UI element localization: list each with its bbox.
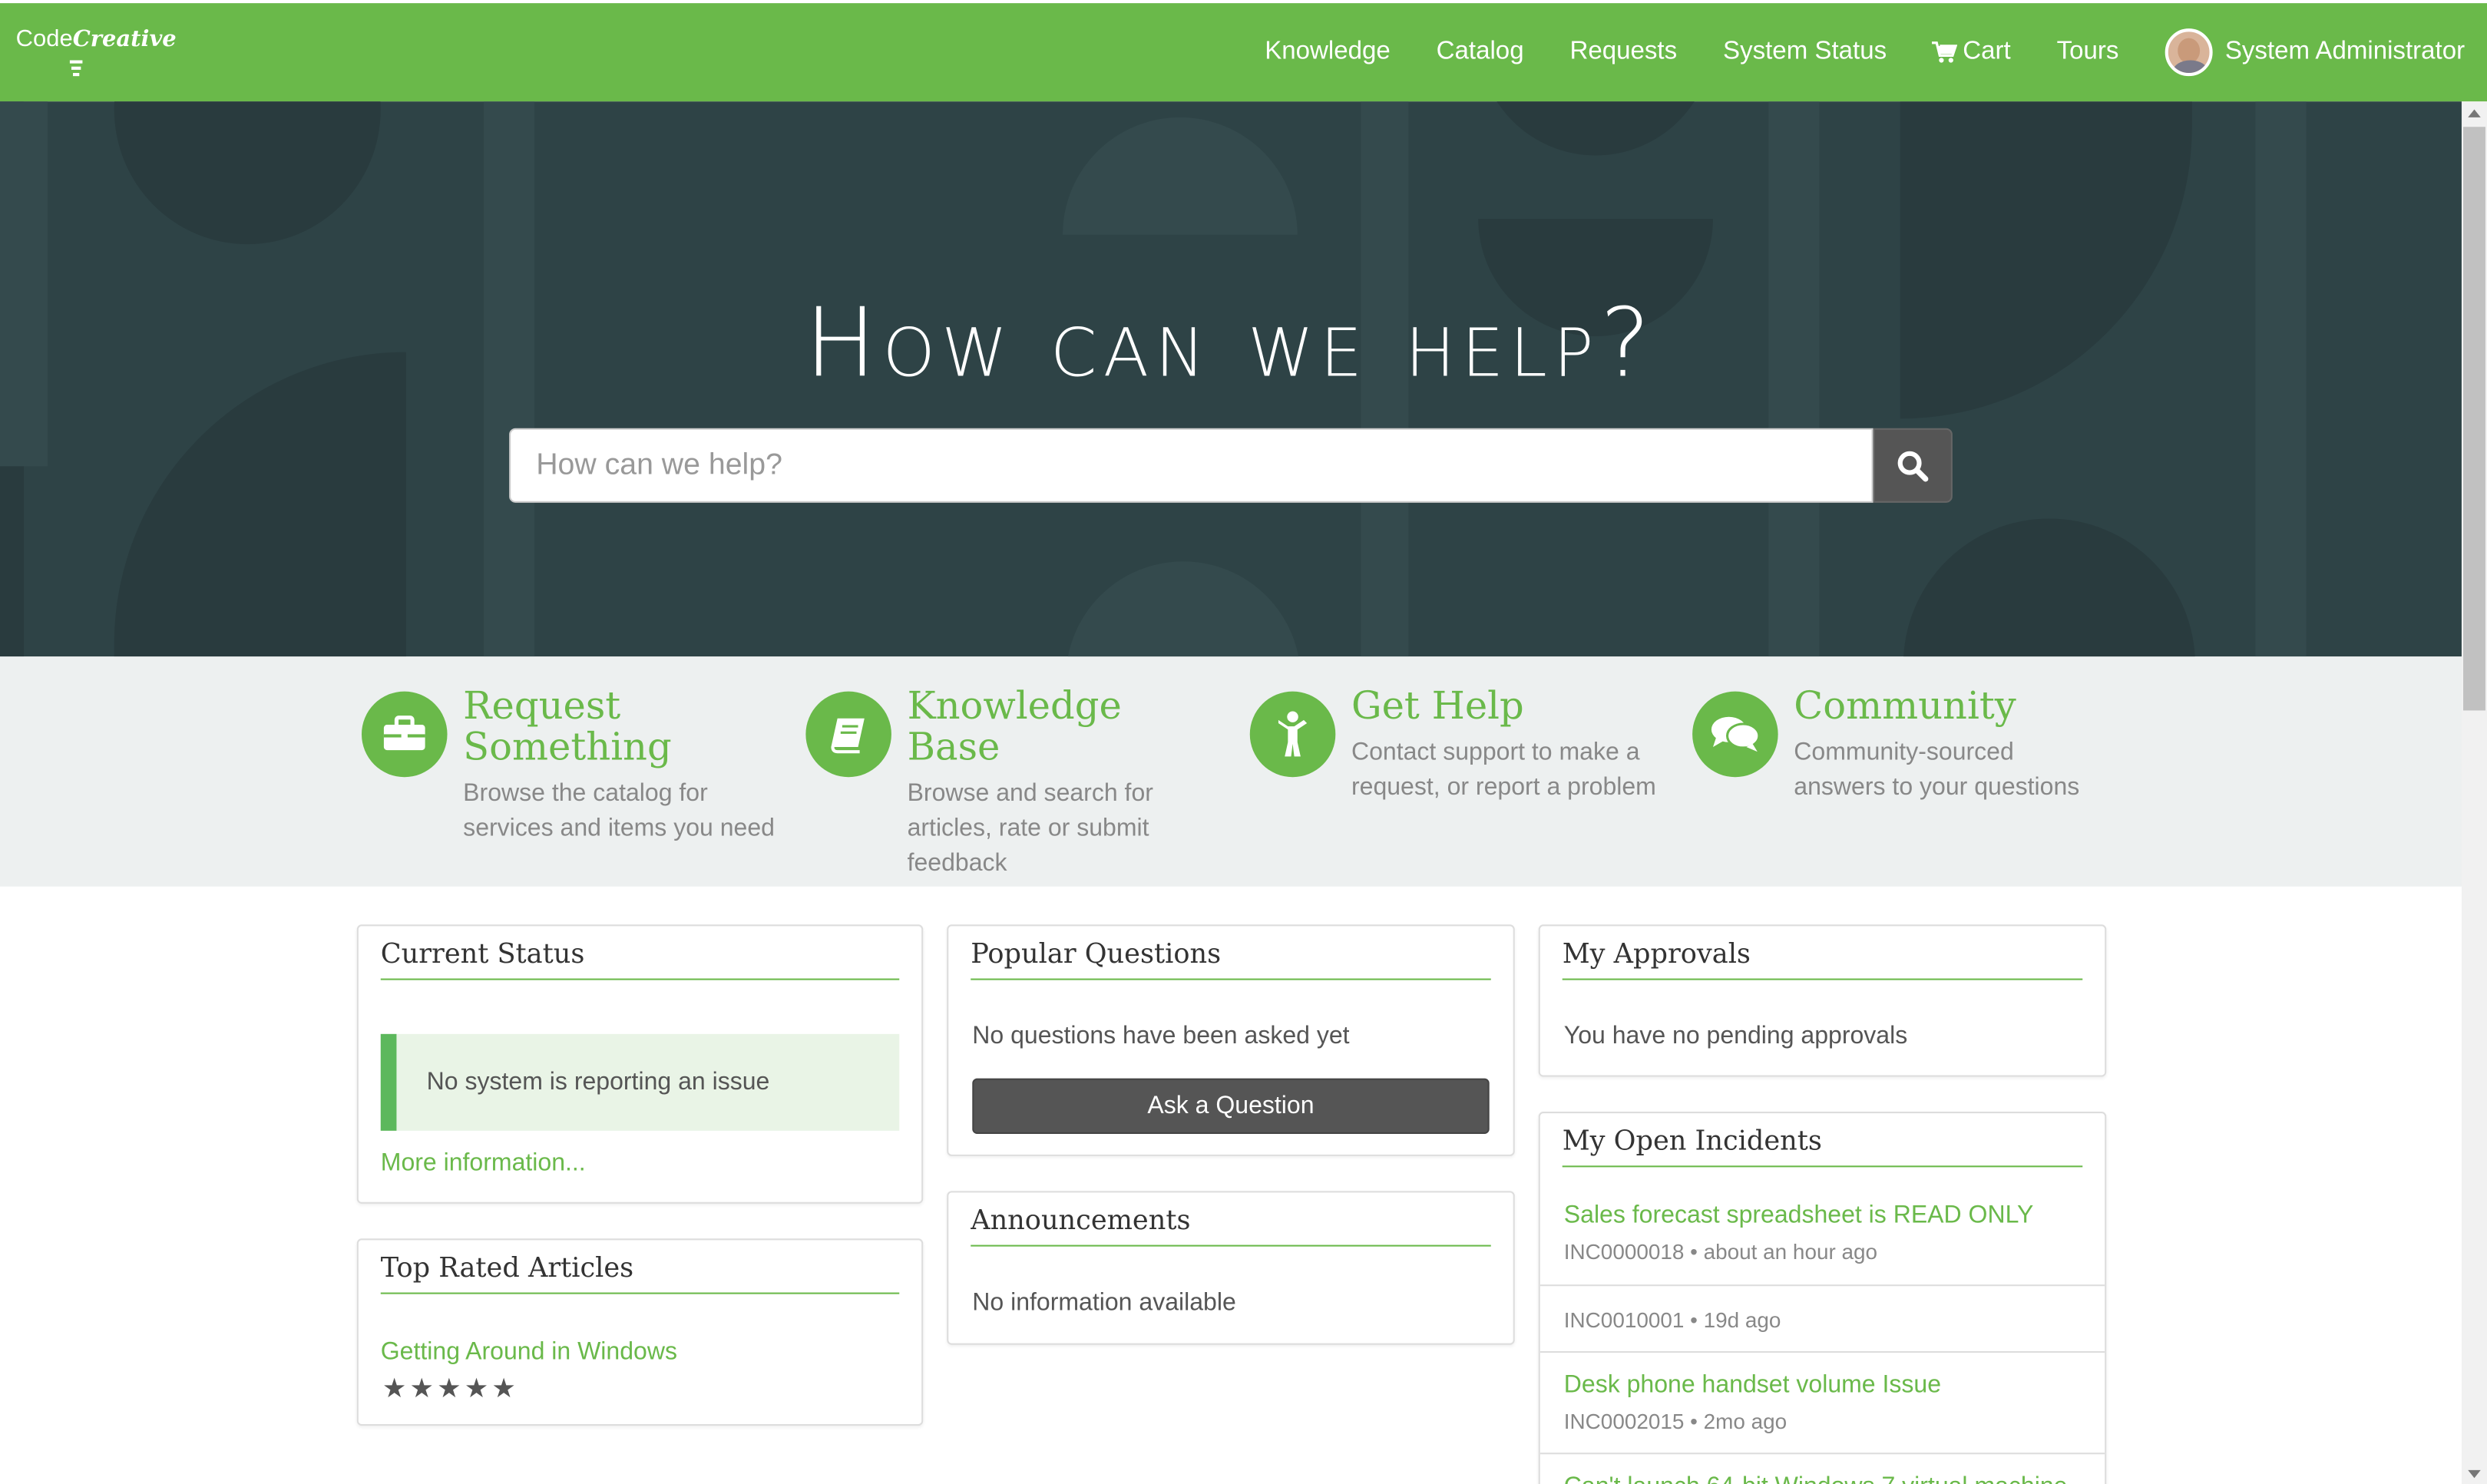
logo[interactable]: Code Creative	[15, 25, 177, 77]
hero-bg-shape	[1066, 561, 1301, 657]
my-approvals-card: My Approvals You have no pending approva…	[1538, 924, 2107, 1077]
feature-request-something[interactable]: Request Something Browse the catalog for…	[361, 683, 777, 847]
top-rated-title: Top Rated Articles	[380, 1253, 900, 1294]
incident-title[interactable]: Sales forecast spreadsheet is READ ONLY	[1564, 1202, 2034, 1231]
hero-search	[509, 428, 1953, 503]
incidents-title: My Open Incidents	[1562, 1126, 2083, 1168]
nav-requests[interactable]: Requests	[1569, 38, 1677, 67]
avatar	[2165, 28, 2213, 77]
my-open-incidents-card: My Open Incidents Sales forecast spreads…	[1538, 1112, 2107, 1484]
nav-system-status[interactable]: System Status	[1723, 38, 1887, 67]
top-navbar: Code Creative Knowledge Catalog Requests …	[0, 0, 2487, 102]
search-icon	[1897, 450, 1929, 481]
logo-code-text: Code	[15, 25, 73, 53]
feature-desc: Contact support to make a request, or re…	[1351, 739, 1656, 801]
hero-bg-shape	[114, 101, 381, 245]
scroll-thumb[interactable]	[2463, 127, 2485, 711]
nav-knowledge[interactable]: Knowledge	[1265, 38, 1391, 67]
chat-bubbles-icon	[1692, 691, 1778, 778]
current-status-title: Current Status	[380, 939, 900, 980]
nav-knowledge-label: Knowledge	[1265, 38, 1391, 65]
feature-desc: Browse and search for articles, rate or …	[907, 780, 1153, 878]
scroll-down-icon[interactable]	[2468, 1469, 2481, 1479]
search-input[interactable]	[509, 428, 1874, 503]
incident-title[interactable]: Can't launch 64-bit Windows 7 virtual ma…	[1564, 1473, 2068, 1484]
feature-title: Get Help	[1351, 683, 1524, 729]
popular-questions-title: Popular Questions	[971, 939, 1491, 980]
search-button[interactable]	[1873, 428, 1953, 503]
scroll-up-icon[interactable]	[2468, 109, 2481, 117]
nav-cart[interactable]: Cart	[1933, 38, 2011, 67]
hero-banner: How can we help?	[0, 101, 2462, 657]
announcements-title: Announcements	[971, 1205, 1491, 1247]
feature-title: Request Something	[463, 683, 672, 769]
feature-community[interactable]: Community Community-sourced answers to y…	[1692, 685, 2108, 805]
more-information-link[interactable]: More information...	[381, 1150, 586, 1178]
star-icon: ★	[437, 1373, 461, 1404]
book-icon	[805, 691, 891, 778]
hero-bg-shape	[1478, 101, 1713, 156]
nav-cart-label: Cart	[1963, 38, 2011, 65]
feature-title: Community	[1794, 683, 2016, 729]
nav-requests-label: Requests	[1569, 38, 1678, 65]
nav-catalog[interactable]: Catalog	[1437, 38, 1524, 67]
announcements-empty-text: No information available	[972, 1289, 1236, 1317]
feature-knowledge-base[interactable]: Knowledge Base Browse and search for art…	[805, 685, 1221, 881]
hero-bg-shape	[1063, 117, 1298, 235]
person-icon	[1249, 691, 1336, 778]
feature-desc: Community-sourced answers to your questi…	[1794, 739, 2080, 801]
incident-item[interactable]: Sales forecast spreadsheet is READ ONLY …	[1540, 1183, 2105, 1284]
star-icon: ★	[409, 1373, 434, 1404]
current-status-card: Current Status No system is reporting an…	[356, 924, 924, 1204]
incident-item[interactable]: Can't launch 64-bit Windows 7 virtual ma…	[1539, 1453, 2105, 1484]
user-menu[interactable]: System Administrator	[2165, 28, 2466, 77]
features-band: Request Something Browse the catalog for…	[0, 656, 2462, 887]
popular-empty-text: No questions have been asked yet	[972, 1023, 1350, 1050]
status-alert: No system is reporting an issue	[380, 1033, 900, 1131]
article-link[interactable]: Getting Around in Windows	[381, 1338, 677, 1367]
incident-meta: INC0002015 • 2mo ago	[1563, 1410, 1788, 1434]
page-scrollbar[interactable]	[2461, 101, 2487, 1484]
top-rated-articles-card: Top Rated Articles Getting Around in Win…	[356, 1238, 924, 1426]
nav-catalog-label: Catalog	[1436, 38, 1524, 65]
ask-question-button[interactable]: Ask a Question	[972, 1078, 1490, 1134]
briefcase-icon	[361, 691, 448, 778]
user-name: System Administrator	[2224, 38, 2466, 65]
incident-meta: INC0000018 • about an hour ago	[1563, 1240, 1878, 1264]
star-icon: ★	[491, 1373, 516, 1404]
nav-tours[interactable]: Tours	[2057, 38, 2119, 67]
hero-bg-shape	[1903, 518, 2195, 657]
hero-title: How can we help?	[805, 288, 1657, 400]
star-rating: ★ ★ ★ ★ ★	[382, 1375, 516, 1402]
lightbulb-icon	[69, 60, 83, 77]
feature-desc: Browse the catalog for services and item…	[463, 780, 775, 842]
star-icon: ★	[382, 1373, 407, 1404]
popular-questions-card: Popular Questions No questions have been…	[947, 924, 1515, 1156]
feature-title: Knowledge Base	[907, 683, 1122, 769]
announcements-card: Announcements No information available	[947, 1191, 1515, 1345]
cart-icon	[1933, 41, 1959, 63]
incident-title[interactable]: Desk phone handset volume Issue	[1564, 1372, 1941, 1400]
nav-system-status-label: System Status	[1723, 38, 1887, 65]
logo-creative-text: Creative	[72, 26, 177, 52]
incident-item[interactable]: Desk phone handset volume Issue INC00020…	[1539, 1350, 2105, 1453]
approvals-title: My Approvals	[1562, 939, 2083, 980]
approvals-empty-text: You have no pending approvals	[1563, 1023, 1908, 1050]
incident-meta: INC0010001 • 19d ago	[1563, 1308, 1781, 1333]
star-icon: ★	[464, 1373, 489, 1404]
nav-tours-label: Tours	[2056, 38, 2119, 65]
hero-bg-shape	[0, 101, 48, 467]
feature-get-help[interactable]: Get Help Contact support to make a reque…	[1249, 683, 1665, 805]
incident-item[interactable]: INC0010001 • 19d ago	[1539, 1284, 2105, 1351]
